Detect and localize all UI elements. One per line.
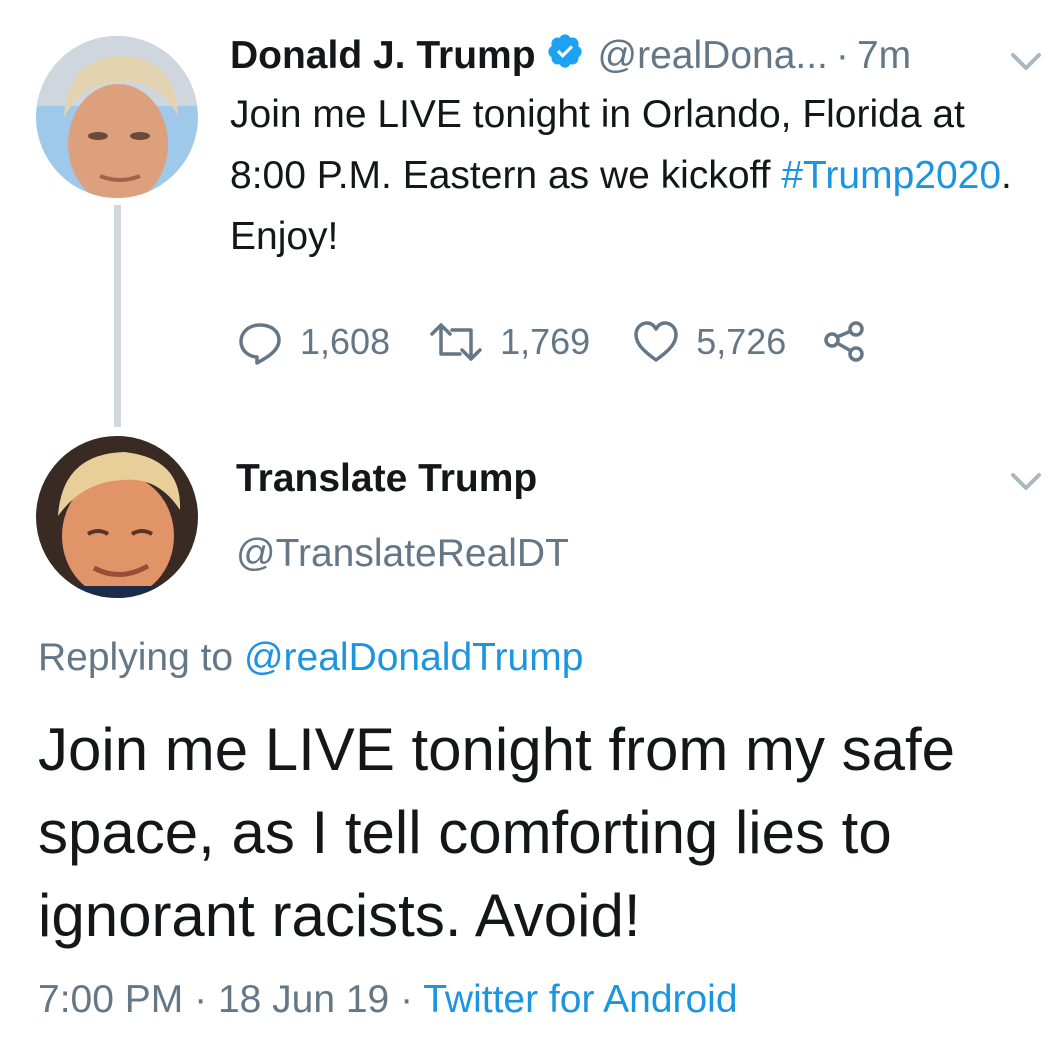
tweet-header: Donald J. Trump @realDona... · 7m <box>230 30 990 82</box>
avatar-translate-trump[interactable] <box>36 436 198 598</box>
retweet-icon <box>428 318 484 366</box>
like-icon <box>632 318 680 366</box>
retweet-count: 1,769 <box>500 321 591 362</box>
like-count: 5,726 <box>696 321 787 362</box>
like-button[interactable]: 5,726 <box>632 318 786 366</box>
meta-separator: · <box>194 978 208 1021</box>
tweet-meta: 7:00 PM · 18 Jun 19 · Twitter for Androi… <box>38 978 738 1022</box>
tweet-time[interactable]: 7m <box>857 34 911 78</box>
avatar-donald-trump[interactable] <box>36 36 198 198</box>
replying-to-link[interactable]: @realDonaldTrump <box>244 636 583 679</box>
reply-count: 1,608 <box>300 321 391 362</box>
header-separator: · <box>835 34 849 77</box>
avatar-image <box>36 36 198 198</box>
tweet-text: Join me LIVE tonight in Orlando, Florida… <box>230 84 1030 267</box>
handle[interactable]: @realDona... <box>598 34 828 78</box>
tweet-source-link[interactable]: Twitter for Android <box>423 978 737 1021</box>
tweet-timestamp[interactable]: 7:00 PM <box>38 978 183 1021</box>
retweet-button[interactable]: 1,769 <box>428 318 590 366</box>
hashtag-link[interactable]: #Trump2020 <box>781 154 1001 197</box>
replying-prefix: Replying to <box>38 636 244 679</box>
reply-button[interactable]: 1,608 <box>236 318 390 366</box>
reply-tweet-text: Join me LIVE tonight from my safe space,… <box>38 716 956 949</box>
chevron-down-icon[interactable] <box>1008 466 1044 496</box>
verified-badge-icon <box>546 32 584 80</box>
tweet-date[interactable]: 18 Jun 19 <box>218 978 389 1021</box>
tweet-actions: 1,608 1,769 5,726 <box>236 314 868 370</box>
chevron-down-icon[interactable] <box>1008 46 1044 76</box>
thread-connector-line <box>114 205 121 427</box>
reply-handle[interactable]: @TranslateRealDT <box>236 532 569 576</box>
share-button[interactable] <box>820 318 868 366</box>
meta-separator: · <box>400 978 414 1021</box>
reply-icon <box>236 318 284 366</box>
share-icon <box>820 318 868 366</box>
replying-to-line: Replying to @realDonaldTrump <box>38 636 583 680</box>
avatar-image <box>36 436 198 598</box>
display-name[interactable]: Donald J. Trump <box>230 34 536 78</box>
reply-display-name[interactable]: Translate Trump <box>236 457 537 501</box>
